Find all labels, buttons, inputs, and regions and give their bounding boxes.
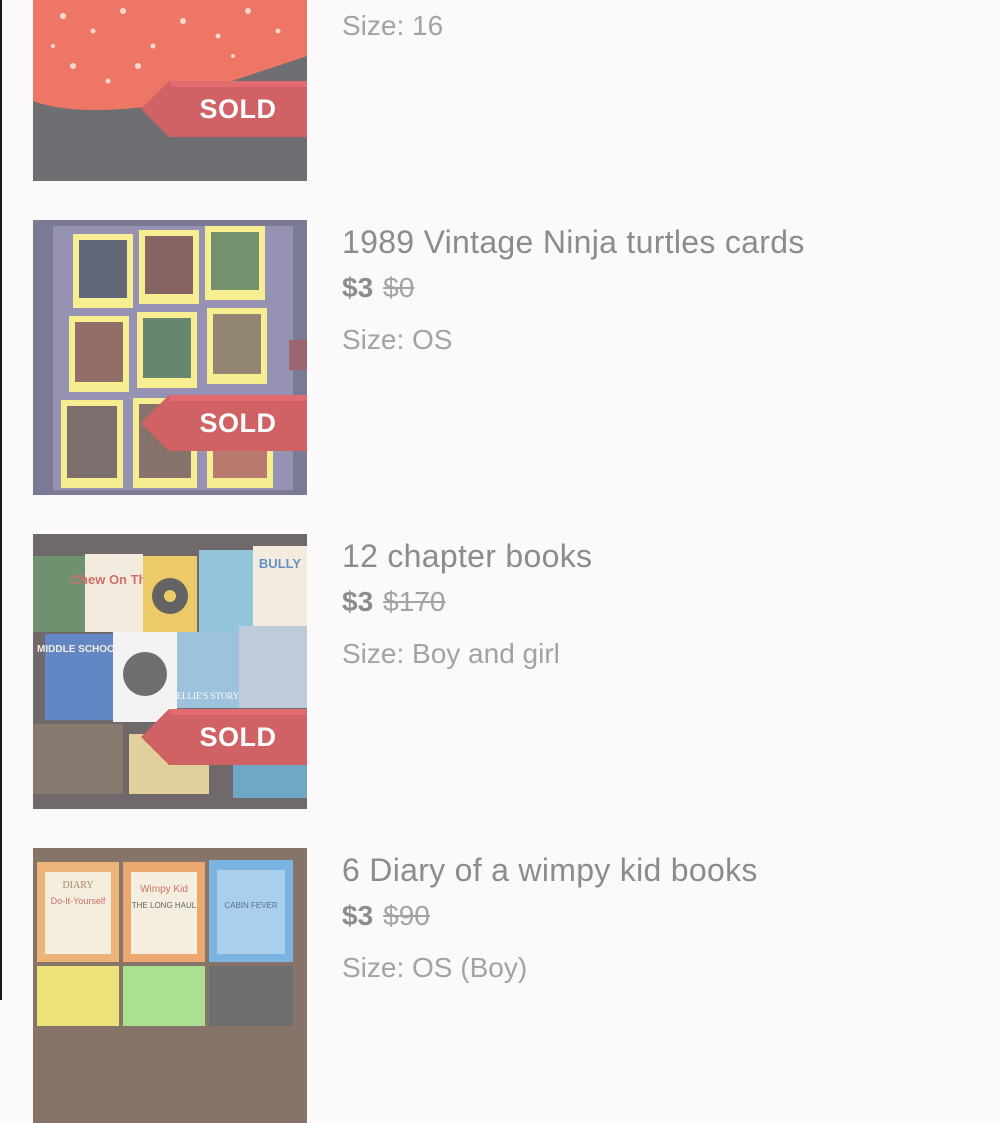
listing-photo[interactable]: DIARY Do-It-Yourself Wimpy Kid THE LONG … — [33, 848, 307, 1123]
book-title-bully: BULLY — [259, 556, 301, 571]
price-row: $3 $90 — [342, 900, 430, 932]
sold-badge: SOLD — [141, 81, 307, 137]
original-price: $90 — [383, 900, 430, 931]
listing-item[interactable]: SOLD Size: 16 — [0, 0, 1000, 181]
sold-label: SOLD — [199, 94, 277, 124]
price-row: $3 $170 — [342, 586, 445, 618]
listing-title[interactable]: 6 Diary of a wimpy kid books — [342, 852, 758, 889]
listing-title[interactable]: 12 chapter books — [342, 538, 592, 575]
listing-size: Size: OS — [342, 324, 453, 355]
sold-badge: SOLD — [141, 709, 307, 765]
book-label-cabin-fever: CABIN FEVER — [224, 901, 278, 910]
original-price: $0 — [383, 272, 415, 303]
book-label-wimpy-kid: Wimpy Kid — [140, 884, 188, 895]
listing-photo[interactable]: Chew On This BULLY MIDDLE SCHOOL ELLIE'S… — [33, 534, 307, 809]
listing-size: Size: OS (Boy) — [342, 952, 528, 983]
listing-price: $3 — [342, 900, 374, 931]
sold-label: SOLD — [199, 722, 277, 752]
book-label-do-it-yourself: Do-It-Yourself — [51, 896, 106, 906]
listing-item[interactable]: SOLD 1989 Vintage Ninja turtles cards $3… — [0, 220, 1000, 495]
listing-price: $3 — [342, 272, 374, 303]
listing-item[interactable]: DIARY Do-It-Yourself Wimpy Kid THE LONG … — [0, 848, 1000, 1123]
price-row: $3 $0 — [342, 272, 414, 304]
original-price: $170 — [383, 586, 446, 617]
book-title-ellies-story: ELLIE'S STORY — [177, 691, 240, 701]
listing-photo[interactable]: SOLD — [33, 0, 307, 181]
sold-label: SOLD — [199, 408, 277, 438]
listing-title[interactable]: 1989 Vintage Ninja turtles cards — [342, 224, 805, 261]
book-label-diary: DIARY — [62, 880, 93, 891]
book-label-long-haul: THE LONG HAUL — [132, 901, 197, 910]
listing-item[interactable]: Chew On This BULLY MIDDLE SCHOOL ELLIE'S… — [0, 534, 1000, 809]
sold-badge: SOLD — [141, 395, 307, 451]
listing-size: Size: 16 — [342, 10, 444, 41]
listing-size: Size: Boy and girl — [342, 638, 560, 669]
book-title-middle-school: MIDDLE SCHOOL — [37, 644, 121, 655]
listing-photo[interactable]: SOLD — [33, 220, 307, 495]
listing-price: $3 — [342, 586, 374, 617]
